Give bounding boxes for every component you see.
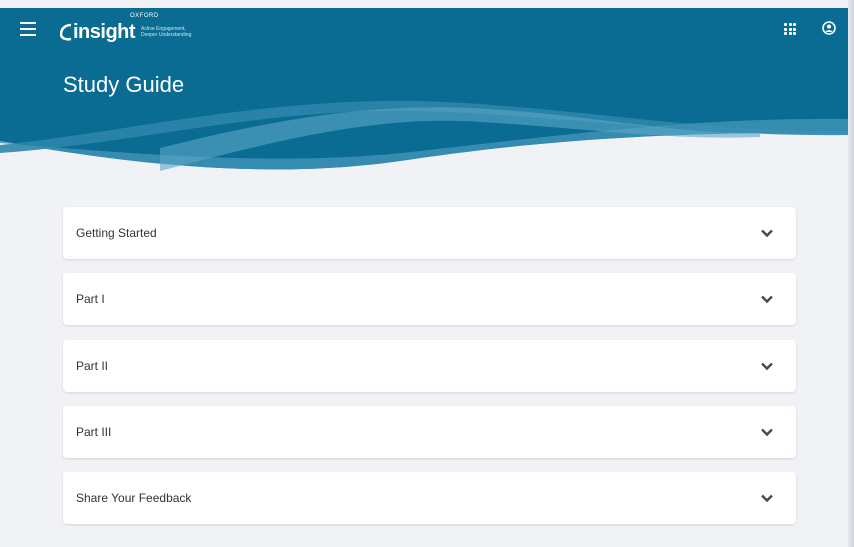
accordion-label: Share Your Feedback [76,491,192,505]
accordion-label: Part I [76,292,105,306]
chevron-down-icon [761,362,773,371]
accordion-getting-started[interactable]: Getting Started [63,207,796,259]
page-title: Study Guide [63,72,185,97]
page: OXFORD insight Active Engagement, Deeper… [0,0,848,547]
account-circle-icon[interactable] [822,21,836,35]
logo-name: insight [73,21,136,43]
menu-icon [20,22,36,24]
accordion-part-3[interactable]: Part III [63,406,796,458]
logo-prefix: OXFORD [130,13,159,19]
accordion-part-1[interactable]: Part I [63,273,796,325]
menu-button[interactable] [20,22,36,36]
accordion-label: Getting Started [76,226,157,240]
chevron-down-icon [761,494,773,503]
window-edge [848,0,854,547]
logo-tagline: Active Engagement, Deeper Understanding [141,26,192,38]
chevron-down-icon [761,229,773,238]
top-strip [0,0,848,8]
accordion-part-2[interactable]: Part II [63,340,796,392]
app-logo[interactable]: OXFORD insight Active Engagement, Deeper… [60,13,201,43]
apps-grid-icon[interactable] [784,23,796,35]
chevron-down-icon [761,428,773,437]
accordion-share-feedback[interactable]: Share Your Feedback [63,472,796,524]
accordion-label: Part II [76,359,109,373]
accordion-label: Part III [76,425,112,439]
logo-swoosh-icon [60,23,72,41]
chevron-down-icon [761,295,773,304]
